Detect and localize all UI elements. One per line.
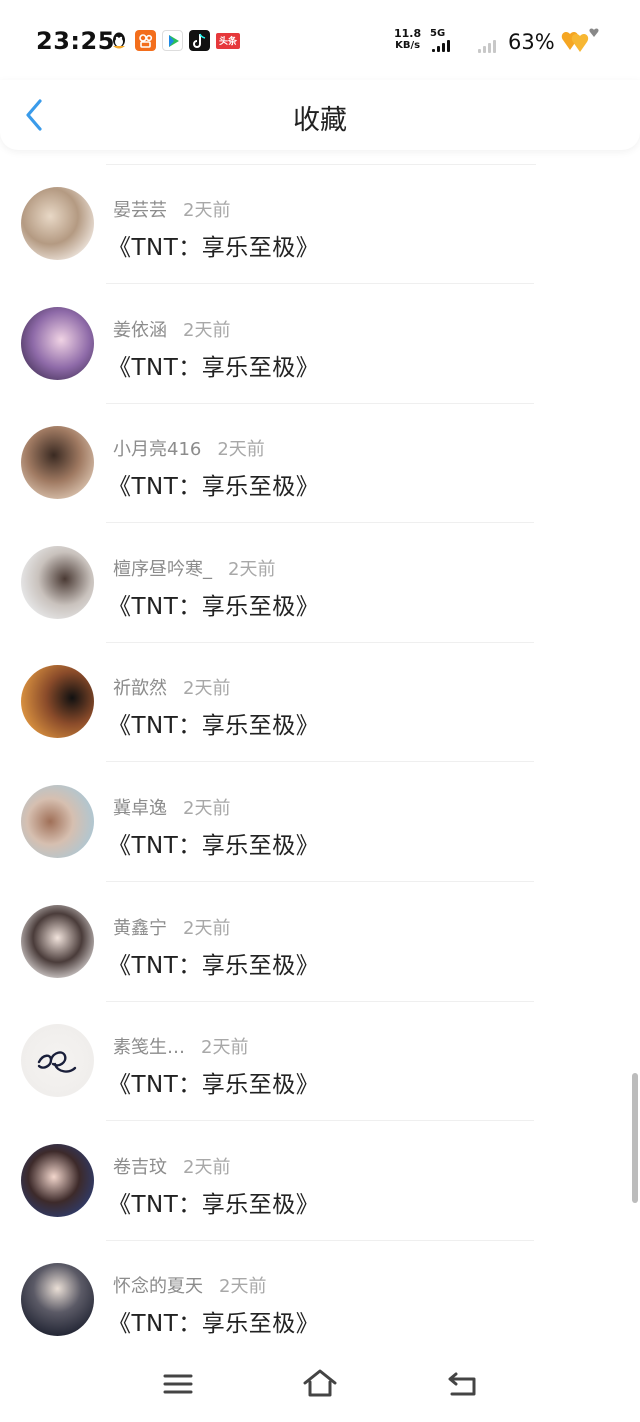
bottom-nav-bar: [0, 1350, 640, 1422]
item-meta: 卷吉玟 2天前: [113, 1153, 230, 1179]
avatar[interactable]: [21, 904, 94, 978]
item-meta: 怀念的夏天 2天前: [113, 1272, 266, 1298]
user-name: 小月亮416: [113, 439, 202, 461]
back-icon: [448, 1372, 476, 1396]
avatar[interactable]: [21, 545, 94, 619]
video-icon: [162, 30, 183, 51]
user-name: 冀卓逸: [113, 798, 167, 819]
kuaishou-icon: [135, 30, 156, 51]
page-title: 收藏: [293, 105, 347, 136]
timestamp: 2天前: [201, 1037, 249, 1059]
list-item[interactable]: 冀卓逸 2天前《TNT：享乐至极》: [0, 762, 640, 882]
user-name: 怀念的夏天: [113, 1276, 203, 1298]
avatar[interactable]: [21, 187, 94, 260]
item-title: 《TNT：享乐至极》: [108, 833, 320, 859]
item-meta: 姜依涵 2天前: [113, 316, 230, 342]
item-title: 《TNT：享乐至极》: [108, 713, 320, 740]
item-title: 《TNT：享乐至极》: [108, 354, 320, 381]
net-speed: 11.8 KB/s: [394, 27, 422, 52]
timestamp: 2天前: [183, 200, 231, 221]
list-item[interactable]: 怀念的夏天 2天前《TNT：享乐至极》: [0, 1240, 640, 1360]
item-meta: 檀序昼吟寒_ 2天前: [113, 555, 275, 581]
user-name: 晏芸芸: [113, 200, 167, 221]
scrollbar[interactable]: [632, 1073, 638, 1203]
timestamp: 2天前: [183, 319, 231, 341]
item-meta: 祈歆然 2天前: [113, 674, 230, 700]
menu-icon: [163, 1374, 193, 1394]
user-name: 黄鑫宁: [113, 917, 167, 939]
toutiao-icon: 头条: [216, 32, 240, 49]
status-bar: 23:25 头条 11.8 KB/s 5G 63%: [0, 0, 640, 80]
battery-level: 63%: [508, 30, 555, 54]
qq-icon: [108, 30, 129, 51]
item-meta: 黄鑫宁 2天前: [113, 914, 230, 940]
user-name: 檀序昼吟寒_: [113, 558, 212, 580]
signal-bars-icon: [432, 40, 450, 52]
avatar[interactable]: [21, 785, 94, 858]
user-name: 卷吉玟: [113, 1156, 167, 1178]
timestamp: 2天前: [228, 558, 276, 580]
item-title: 《TNT：享乐至极》: [108, 1311, 320, 1338]
timestamp: 2天前: [183, 1156, 231, 1178]
timestamp: 2天前: [219, 1276, 267, 1298]
timestamp: 2天前: [183, 678, 231, 700]
list-item[interactable]: 晏芸芸 2天前《TNT：享乐至极》: [0, 164, 640, 284]
system-back-button[interactable]: [442, 1366, 482, 1402]
item-title: 《TNT：享乐至极》: [108, 1072, 320, 1099]
status-time: 23:25: [36, 27, 115, 55]
item-title: 《TNT：享乐至极》: [108, 474, 320, 501]
user-name: 姜依涵: [113, 319, 167, 341]
timestamp: 2天前: [183, 798, 231, 819]
list-item[interactable]: 小月亮416 2天前《TNT：享乐至极》: [0, 403, 640, 524]
signal-bars-secondary-icon: [478, 40, 496, 53]
avatar[interactable]: [21, 1263, 94, 1337]
item-title: 《TNT：享乐至极》: [108, 593, 320, 620]
avatar[interactable]: [21, 426, 94, 500]
item-meta: 冀卓逸 2天前: [113, 794, 230, 820]
home-icon: [303, 1369, 337, 1397]
battery-hearts-icon: [557, 26, 601, 60]
item-title: 《TNT：享乐至极》: [108, 1191, 320, 1218]
item-title: 《TNT：享乐至极》: [108, 235, 320, 261]
item-meta: 晏芸芸 2天前: [113, 196, 230, 222]
avatar[interactable]: [21, 1143, 94, 1217]
list-item[interactable]: 黄鑫宁 2天前《TNT：享乐至极》: [0, 882, 640, 1002]
list-item[interactable]: 素笺生… 2天前《TNT：享乐至极》: [0, 1001, 640, 1122]
list-item[interactable]: 祈歆然 2天前《TNT：享乐至极》: [0, 642, 640, 763]
item-meta: 小月亮416 2天前: [113, 435, 265, 461]
signal-5g: 5G: [430, 28, 464, 54]
menu-button[interactable]: [158, 1366, 198, 1402]
home-button[interactable]: [300, 1366, 340, 1402]
timestamp: 2天前: [217, 439, 265, 461]
list-item[interactable]: 卷吉玟 2天前《TNT：享乐至极》: [0, 1121, 640, 1241]
avatar[interactable]: [21, 306, 94, 380]
user-name: 素笺生…: [113, 1037, 185, 1059]
list-item[interactable]: 姜依涵 2天前《TNT：享乐至极》: [0, 284, 640, 404]
avatar[interactable]: [21, 665, 94, 739]
user-name: 祈歆然: [113, 678, 167, 700]
list-item[interactable]: 檀序昼吟寒_ 2天前《TNT：享乐至极》: [0, 523, 640, 643]
tiktok-icon: [189, 30, 210, 51]
notification-icons: 头条: [108, 30, 240, 51]
avatar[interactable]: [21, 1024, 94, 1098]
item-meta: 素笺生… 2天前: [113, 1033, 248, 1059]
timestamp: 2天前: [183, 917, 231, 939]
header-bar: 收藏: [0, 80, 640, 150]
item-title: 《TNT：享乐至极》: [108, 952, 320, 979]
